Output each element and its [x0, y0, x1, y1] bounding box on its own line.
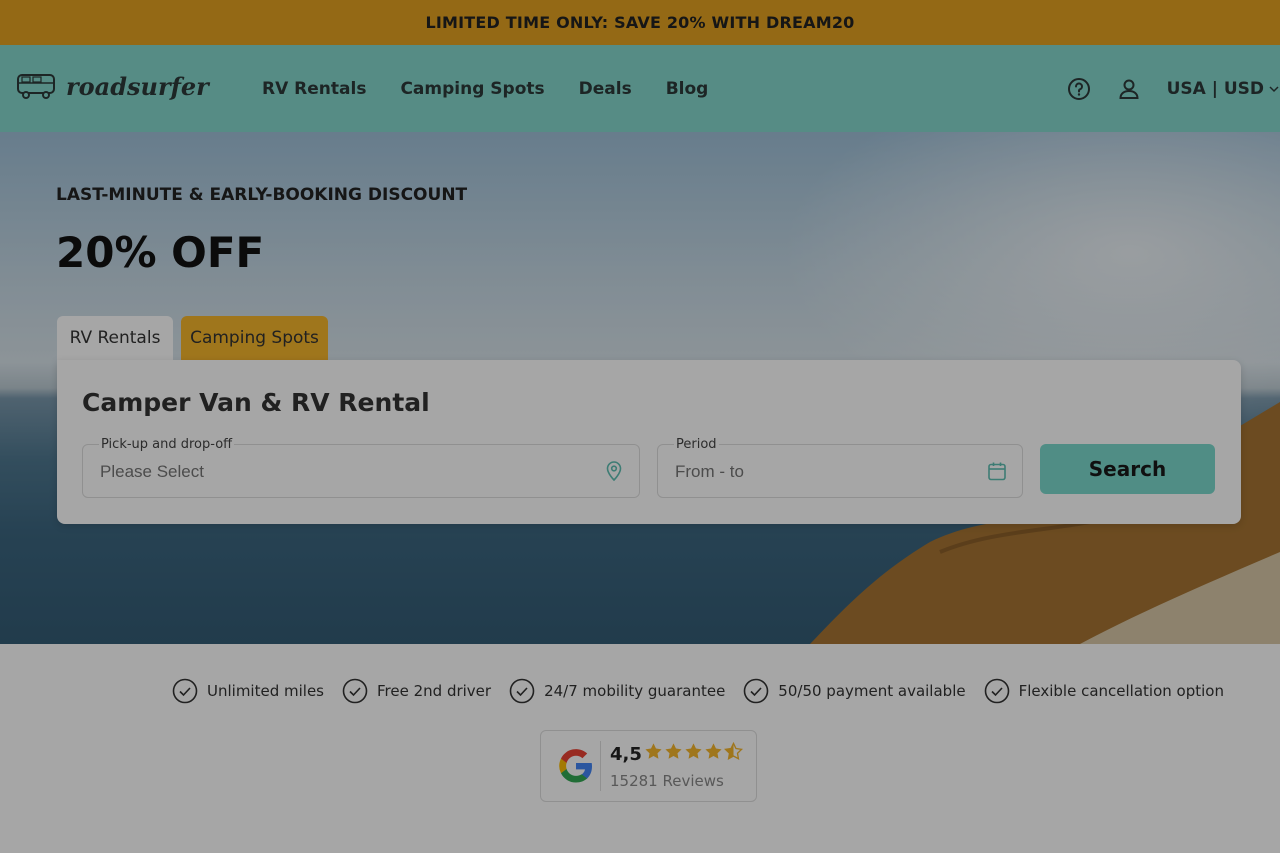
usp-list: Unlimited miles Free 2nd driver 24/7 mob… — [172, 678, 1224, 704]
usp-label: Flexible cancellation option — [1018, 682, 1224, 700]
rating-value: 4,5 — [610, 744, 642, 765]
star-half-icon — [724, 742, 743, 760]
chevron-down-icon — [1269, 85, 1279, 92]
usp-item: 24/7 mobility guarantee — [509, 678, 725, 704]
logo[interactable]: roadsurfer — [16, 71, 209, 101]
star-icon — [705, 743, 722, 759]
check-circle-icon — [509, 678, 535, 704]
locale-label: USA | USD — [1166, 78, 1264, 99]
lower-section: Unlimited miles Free 2nd driver 24/7 mob… — [0, 644, 1280, 853]
google-icon — [559, 749, 592, 783]
location-pin-icon — [606, 461, 622, 482]
tab-camping-spots[interactable]: Camping Spots — [181, 316, 328, 360]
usp-item: Free 2nd driver — [342, 678, 491, 704]
hero-kicker: LAST-MINUTE & EARLY-BOOKING DISCOUNT — [56, 185, 468, 205]
check-circle-icon — [984, 678, 1009, 704]
check-circle-icon — [172, 678, 198, 704]
usp-label: Unlimited miles — [207, 682, 324, 700]
check-circle-icon — [743, 678, 769, 704]
help-icon[interactable] — [1067, 77, 1091, 101]
promo-banner[interactable]: LIMITED TIME ONLY: SAVE 20% WITH DREAM20 — [0, 0, 1280, 45]
search-button[interactable]: Search — [1040, 444, 1215, 494]
check-circle-icon — [342, 678, 368, 704]
nav-deals[interactable]: Deals — [579, 79, 632, 99]
period-label: Period — [674, 437, 719, 452]
review-divider — [600, 741, 601, 791]
calendar-icon — [988, 462, 1006, 481]
van-logo-icon — [17, 74, 55, 99]
google-review-badge[interactable]: 4,5 15281 Reviews — [540, 730, 757, 802]
nav-utilities: USA | USD — [1067, 45, 1280, 132]
usp-label: Free 2nd driver — [377, 682, 492, 700]
top-navbar: roadsurfer RV Rentals Camping Spots Deal… — [0, 45, 1280, 132]
usp-item: Flexible cancellation option — [984, 678, 1224, 704]
period-field[interactable]: Period — [657, 437, 1023, 498]
period-input[interactable] — [675, 462, 967, 482]
nav-camping-spots[interactable]: Camping Spots — [400, 79, 544, 99]
star-rating — [644, 742, 743, 761]
tab-rv-rentals[interactable]: RV Rentals — [57, 316, 173, 360]
hero-headline: 20% OFF — [56, 228, 265, 277]
user-icon[interactable] — [1117, 77, 1141, 101]
nav-rv-rentals[interactable]: RV Rentals — [262, 79, 366, 99]
nav-blog[interactable]: Blog — [666, 79, 709, 99]
pickup-input[interactable] — [100, 462, 545, 482]
star-icon — [685, 743, 702, 759]
star-icon — [665, 743, 682, 759]
usp-item: Unlimited miles — [172, 678, 324, 704]
review-count: 15281 Reviews — [610, 772, 724, 790]
star-icon — [645, 743, 662, 759]
search-card-title: Camper Van & RV Rental — [82, 388, 430, 417]
promo-text: LIMITED TIME ONLY: SAVE 20% WITH DREAM20 — [425, 13, 855, 32]
locale-selector[interactable]: USA | USD — [1167, 79, 1280, 99]
main-nav: RV Rentals Camping Spots Deals Blog — [262, 45, 708, 132]
usp-label: 24/7 mobility guarantee — [544, 682, 726, 700]
search-card: Camper Van & RV Rental Pick-up and drop-… — [57, 360, 1241, 524]
pickup-label: Pick-up and drop-off — [99, 437, 235, 452]
usp-label: 50/50 payment available — [778, 682, 966, 700]
logo-text: roadsurfer — [66, 71, 209, 101]
pickup-field[interactable]: Pick-up and drop-off — [82, 437, 640, 498]
usp-item: 50/50 payment available — [743, 678, 966, 704]
